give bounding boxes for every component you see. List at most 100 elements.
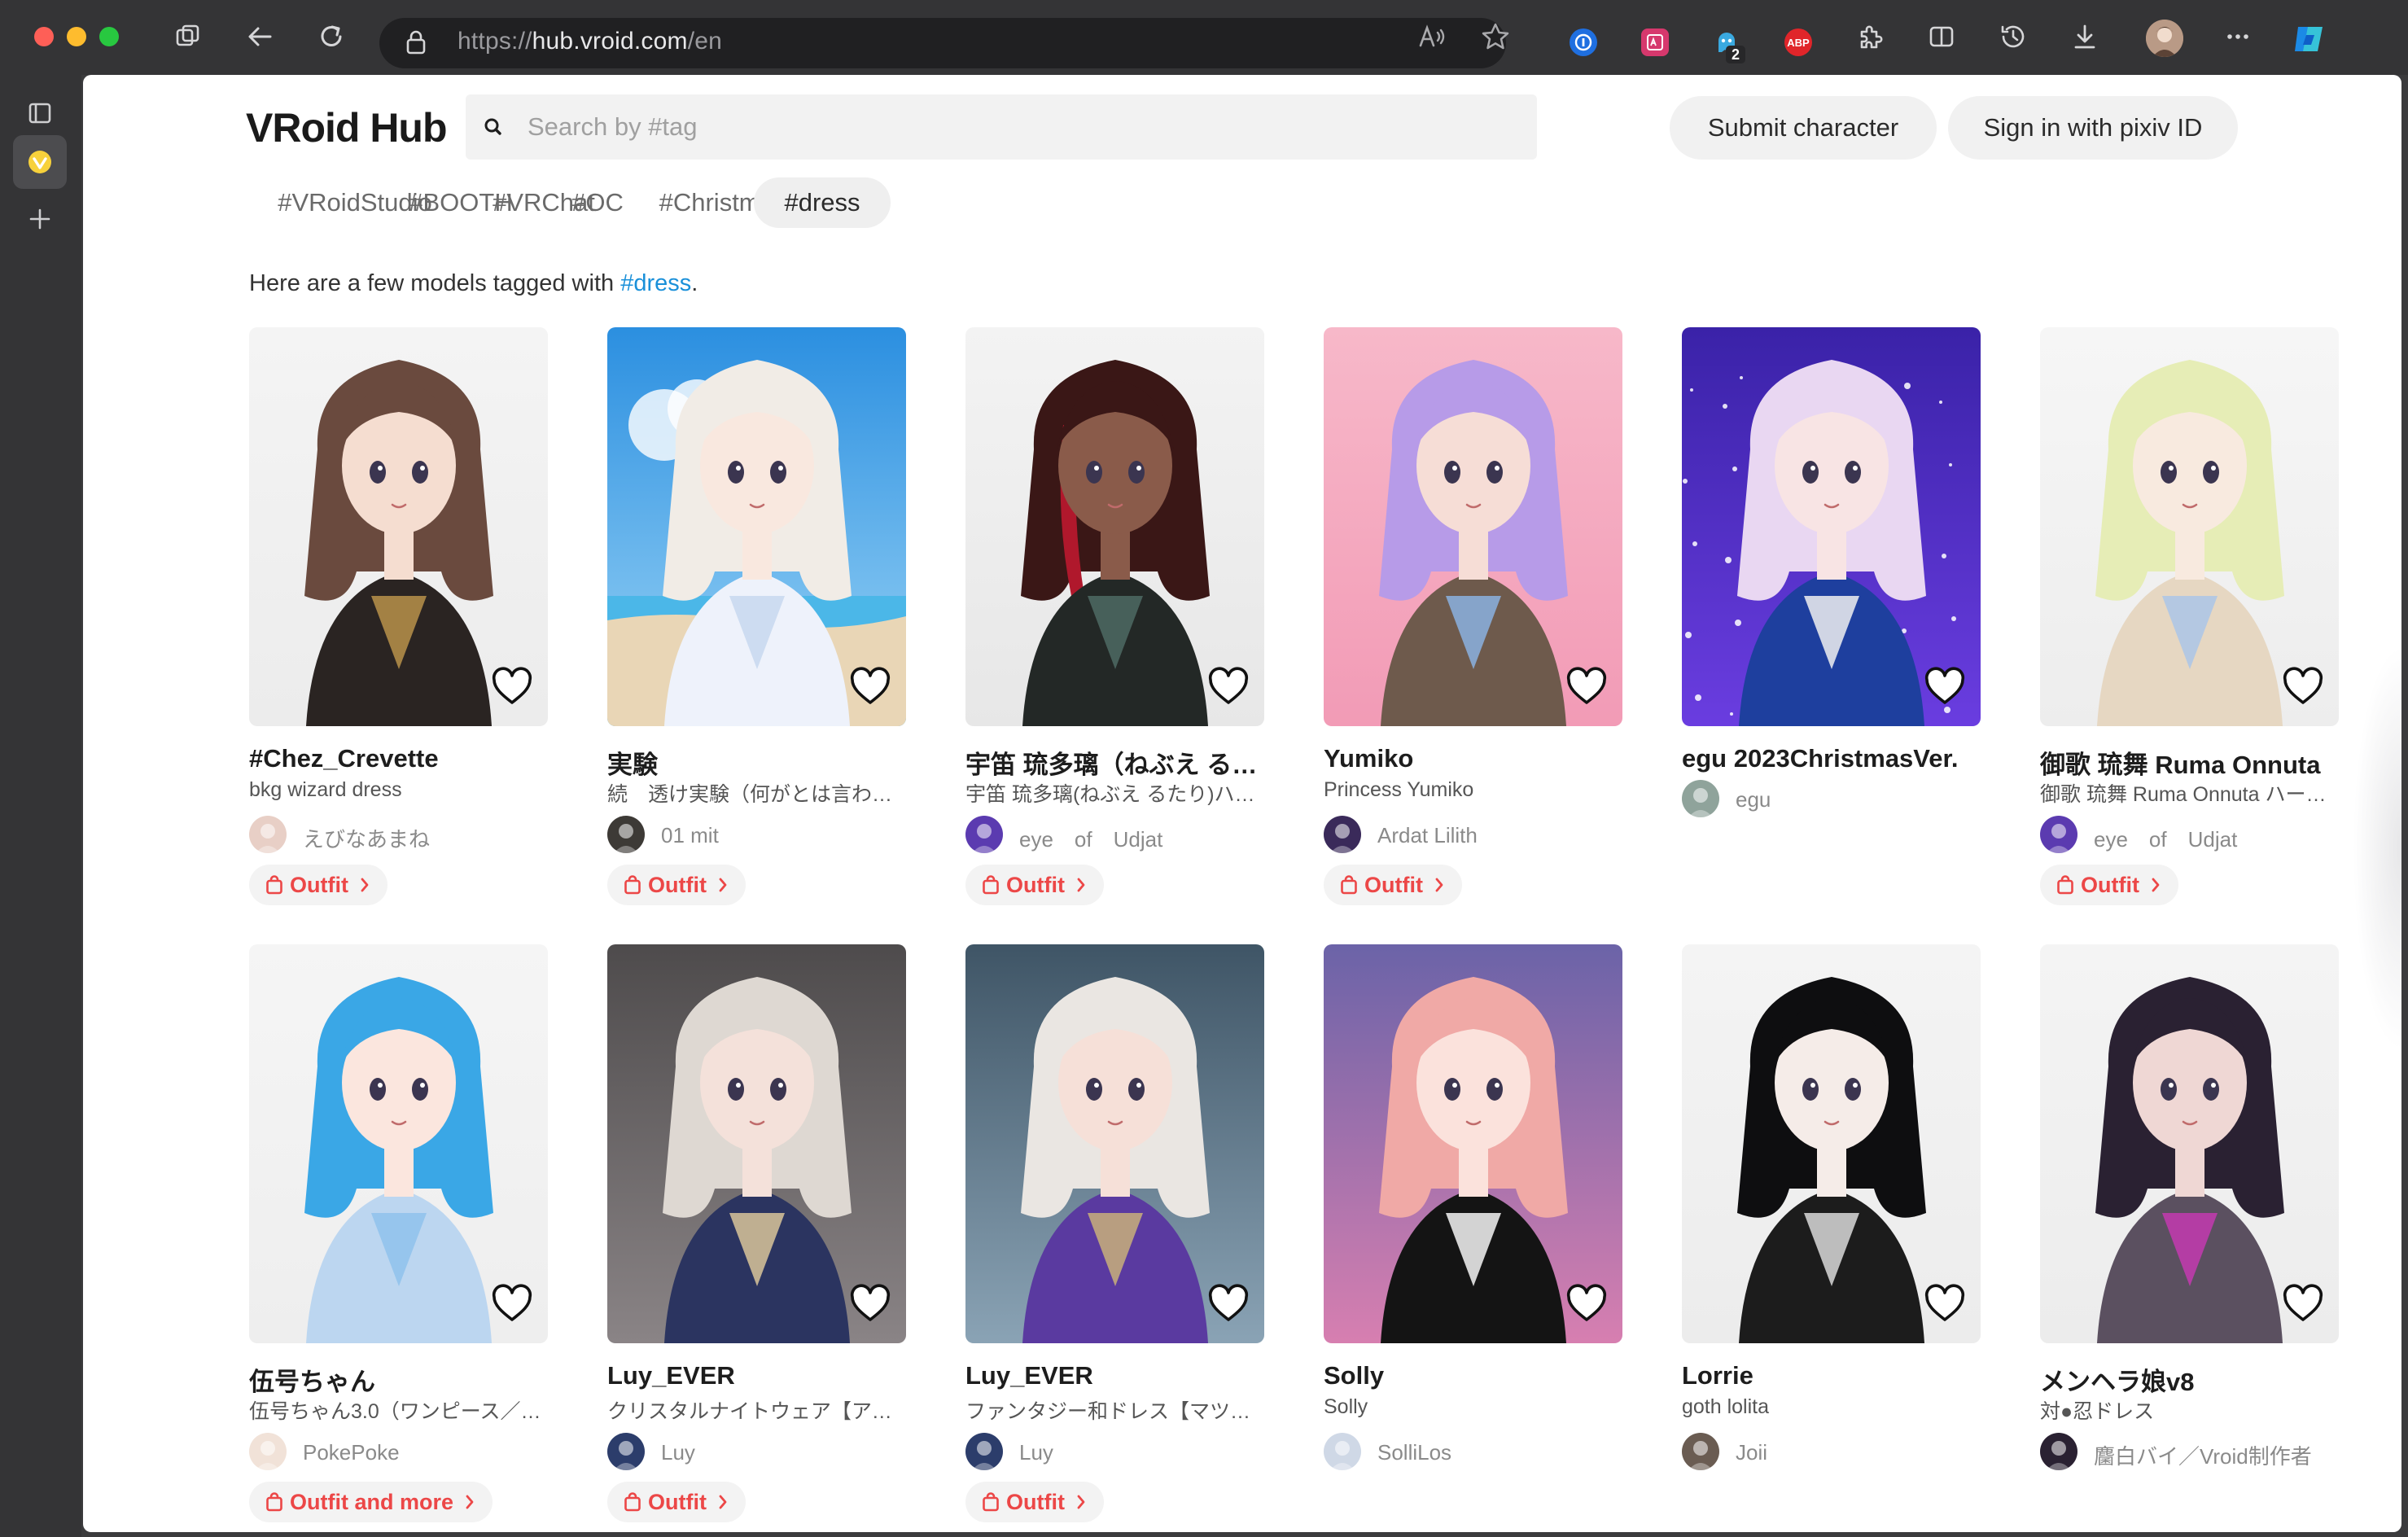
outfit-badge[interactable]: Outfit	[965, 1482, 1104, 1522]
author-name[interactable]: SolliLos	[1377, 1440, 1622, 1465]
author-name[interactable]: egu	[1736, 787, 1980, 812]
split-screen-icon[interactable]	[1926, 21, 1957, 52]
model-thumbnail[interactable]	[607, 944, 906, 1343]
model-thumbnail[interactable]	[607, 327, 906, 726]
refresh-icon[interactable]	[316, 21, 347, 52]
back-arrow-icon[interactable]	[244, 21, 275, 52]
author-avatar[interactable]	[249, 816, 287, 853]
model-thumbnail[interactable]	[1324, 327, 1622, 726]
tag-dress[interactable]: #dress	[754, 177, 891, 228]
outfit-badge[interactable]: Outfit	[249, 865, 387, 905]
heart-icon[interactable]	[1923, 666, 1967, 707]
model-title[interactable]: #Chez_Crevette	[249, 744, 548, 773]
model-title[interactable]: Yumiko	[1324, 744, 1622, 773]
heart-icon[interactable]	[848, 1283, 892, 1324]
author-avatar[interactable]	[1682, 1433, 1719, 1470]
vroid-hub-logo[interactable]: VRoid Hub	[246, 104, 448, 151]
author-name[interactable]: 01 mit	[661, 823, 905, 848]
heart-icon[interactable]	[490, 1283, 534, 1324]
model-title[interactable]: Solly	[1324, 1361, 1622, 1390]
author-avatar[interactable]	[249, 1433, 287, 1470]
model-title[interactable]: Luy_EVER	[965, 1361, 1264, 1390]
outfit-badge[interactable]: Outfit	[1324, 865, 1462, 905]
model-card[interactable]: Luy_EVER クリスタルナイトウェア【アルカナ】 Luy Outfit	[607, 944, 906, 1530]
heart-icon[interactable]	[1565, 1283, 1609, 1324]
model-card[interactable]: Solly Solly SolliLos	[1324, 944, 1622, 1530]
search-input[interactable]	[528, 94, 1504, 160]
sign-in-button[interactable]: Sign in with pixiv ID	[1948, 96, 2238, 160]
model-title[interactable]: Luy_EVER	[607, 1361, 906, 1390]
author-avatar[interactable]	[607, 816, 645, 853]
model-title[interactable]: Lorrie	[1682, 1361, 1981, 1390]
author-avatar[interactable]	[2040, 1433, 2077, 1470]
author-name[interactable]: えびなあまね	[303, 823, 547, 853]
extensions-puzzle-icon[interactable]	[1854, 21, 1885, 52]
model-card[interactable]: メンヘラ娘v8 対●忍ドレス 麕白バイ／Vroid制作者	[2040, 944, 2339, 1530]
model-card[interactable]: Yumiko Princess Yumiko Ardat Lilith Outfit	[1324, 327, 1622, 913]
model-card[interactable]: 宇笛 琉多璃（ねぶえ るたり）宇笛 琉多璃(ねぶえ るたり)ハーネス eye of…	[965, 327, 1264, 913]
author-name[interactable]: Luy	[1019, 1440, 1263, 1465]
model-title[interactable]: 宇笛 琉多璃（ねぶえ るたり）	[965, 744, 1264, 781]
password-manager-extension-icon[interactable]	[1570, 28, 1597, 56]
minimize-window-button[interactable]	[67, 27, 86, 46]
model-thumbnail[interactable]	[1324, 944, 1622, 1343]
history-icon[interactable]	[1998, 21, 2029, 52]
outfit-badge[interactable]: Outfit	[607, 865, 746, 905]
outfit-badge[interactable]: Outfit	[2040, 865, 2178, 905]
more-options-icon[interactable]	[2222, 21, 2253, 52]
new-tab-plus-icon[interactable]	[13, 192, 67, 246]
author-name[interactable]: 麕白バイ／Vroid制作者	[2094, 1440, 2338, 1470]
model-title[interactable]: メンヘラ娘v8	[2040, 1361, 2339, 1398]
model-thumbnail[interactable]	[965, 944, 1264, 1343]
model-card[interactable]: Lorrie goth lolita Joii	[1682, 944, 1981, 1530]
model-card[interactable]: egu 2023ChristmasVer. egu	[1682, 327, 1981, 913]
model-title[interactable]: egu 2023ChristmasVer.	[1682, 744, 1981, 773]
heart-icon[interactable]	[1206, 666, 1250, 707]
download-icon[interactable]	[2069, 21, 2100, 52]
model-card[interactable]: #Chez_Crevette bkg wizard dress えびなあまね Outf…	[249, 327, 548, 913]
profile-avatar-icon[interactable]	[2146, 20, 2183, 57]
author-avatar[interactable]	[1324, 816, 1361, 853]
model-thumbnail[interactable]	[249, 327, 548, 726]
author-name[interactable]: eye of Udjat	[1019, 823, 1263, 853]
author-avatar[interactable]	[1324, 1433, 1361, 1470]
model-title[interactable]: 伍号ちゃん	[249, 1361, 548, 1398]
model-thumbnail[interactable]	[2040, 327, 2339, 726]
vroid-tab-icon[interactable]	[13, 135, 67, 189]
lock-icon[interactable]	[404, 28, 428, 57]
copilot-icon[interactable]	[2289, 20, 2328, 59]
outfit-badge[interactable]: Outfit	[607, 1482, 746, 1522]
adblock-extension-icon[interactable]: ABP	[1784, 28, 1812, 56]
vertical-tabs-icon[interactable]	[13, 86, 67, 140]
author-name[interactable]: eye of Udjat	[2094, 823, 2338, 853]
heart-icon[interactable]	[1923, 1283, 1967, 1324]
author-avatar[interactable]	[965, 1433, 1003, 1470]
close-window-button[interactable]	[34, 27, 54, 46]
author-name[interactable]: Joii	[1736, 1440, 1980, 1465]
model-thumbnail[interactable]	[1682, 327, 1981, 726]
favorite-star-icon[interactable]	[1480, 21, 1511, 52]
model-card[interactable]: 実験続 透け実験（何がとは言わない） 01 mit Outfit	[607, 327, 906, 913]
author-avatar[interactable]	[2040, 816, 2077, 853]
heart-icon[interactable]	[1565, 666, 1609, 707]
author-avatar[interactable]	[607, 1433, 645, 1470]
intro-tag-link[interactable]: #dress	[620, 270, 691, 296]
url-text[interactable]: https://hub.vroid.com/en	[458, 28, 722, 55]
author-avatar[interactable]	[1682, 780, 1719, 817]
author-name[interactable]: PokePoke	[303, 1440, 547, 1465]
model-thumbnail[interactable]	[2040, 944, 2339, 1343]
maximize-window-button[interactable]	[99, 27, 119, 46]
model-card[interactable]: 御歌 琉舞 Ruma Onnuta 御歌 琉舞 Ruma Onnuta ハーネス e…	[2040, 327, 2339, 913]
author-avatar[interactable]	[965, 816, 1003, 853]
heart-icon[interactable]	[848, 666, 892, 707]
heart-icon[interactable]	[2281, 1283, 2325, 1324]
model-card[interactable]: Luy_EVER ファンタジー和ドレス【マツリカ】 Luy Outfit	[965, 944, 1264, 1530]
translate-extension-icon[interactable]	[1641, 28, 1669, 56]
outfit-badge[interactable]: Outfit	[965, 865, 1104, 905]
search-box[interactable]	[466, 94, 1537, 160]
author-name[interactable]: Luy	[661, 1440, 905, 1465]
model-thumbnail[interactable]	[1682, 944, 1981, 1343]
heart-icon[interactable]	[1206, 1283, 1250, 1324]
model-thumbnail[interactable]	[965, 327, 1264, 726]
submit-character-button[interactable]: Submit character	[1670, 96, 1937, 160]
